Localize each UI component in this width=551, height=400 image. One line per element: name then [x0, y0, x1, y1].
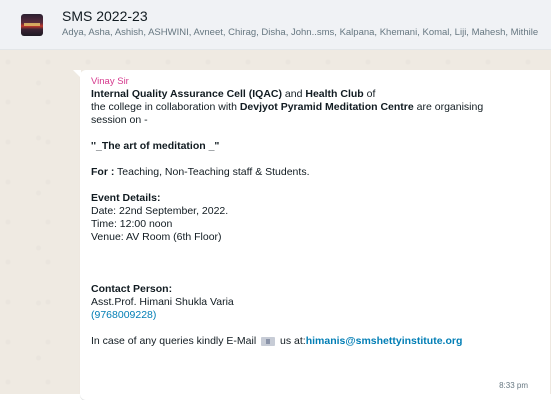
text-fragment: and	[282, 88, 306, 100]
chat-title[interactable]: SMS 2022-23	[62, 8, 148, 24]
chat-header[interactable]: SMS 2022-23 Adya, Asha, Ashish, ASHWINI,…	[0, 0, 551, 50]
text-fragment: the college in collaboration with	[91, 101, 240, 113]
group-avatar[interactable]	[21, 14, 43, 36]
audience-label: For :	[91, 166, 115, 178]
text-fragment: of	[363, 88, 376, 100]
message-bubble[interactable]: Vinay Sir Internal Quality Assurance Cel…	[73, 70, 550, 400]
contact-name: Asst.Prof. Himani Shukla Varia	[91, 296, 234, 308]
org-name: Internal Quality Assurance Cell (IQAC)	[91, 88, 282, 100]
event-date: Date: 22nd September, 2022.	[91, 205, 229, 217]
text-fragment: us at:	[277, 335, 306, 347]
audience-line: For : Teaching, Non-Teaching staff & Stu…	[91, 166, 542, 179]
message-line: the college in collaboration with Devjyo…	[91, 101, 542, 114]
bubble-tail	[73, 70, 81, 78]
event-time: Time: 12:00 noon	[91, 218, 173, 230]
audience-value: Teaching, Non-Teaching staff & Students.	[114, 166, 310, 178]
contact-phone: (9768009228)	[91, 309, 542, 322]
text-fragment: In case of any queries kindly E-Mail	[91, 335, 257, 347]
message-line: session on -	[91, 114, 148, 126]
group-members[interactable]: Adya, Asha, Ashish, ASHWINI, Avneet, Chi…	[62, 27, 551, 38]
event-title: ''_The art of meditation _"	[91, 140, 542, 153]
message-line: Internal Quality Assurance Cell (IQAC) a…	[91, 88, 542, 101]
contact-heading-text: Contact Person:	[91, 283, 173, 295]
details-heading: Event Details:	[91, 192, 542, 205]
details-heading-text: Event Details:	[91, 192, 161, 204]
text-fragment: are organising	[413, 101, 484, 113]
partner-name: Devjyot Pyramid Meditation Centre	[239, 101, 414, 113]
email-link[interactable]: himanis@smshettyinstitute.org	[306, 335, 463, 347]
club-name: Health Club	[305, 88, 364, 100]
message-timestamp: 8:33 pm	[499, 381, 528, 390]
phone-link[interactable]: (9768009228)	[91, 309, 156, 321]
contact-heading: Contact Person:	[91, 283, 542, 296]
image-icon	[261, 336, 276, 346]
query-line: In case of any queries kindly E-Mail us …	[91, 335, 542, 348]
event-title-text: ''_The art of meditation _"	[91, 140, 220, 152]
event-venue: Venue: AV Room (6th Floor)	[91, 231, 222, 243]
sender-name[interactable]: Vinay Sir	[91, 75, 542, 88]
chat-panel: Vinay Sir Internal Quality Assurance Cel…	[0, 50, 551, 400]
